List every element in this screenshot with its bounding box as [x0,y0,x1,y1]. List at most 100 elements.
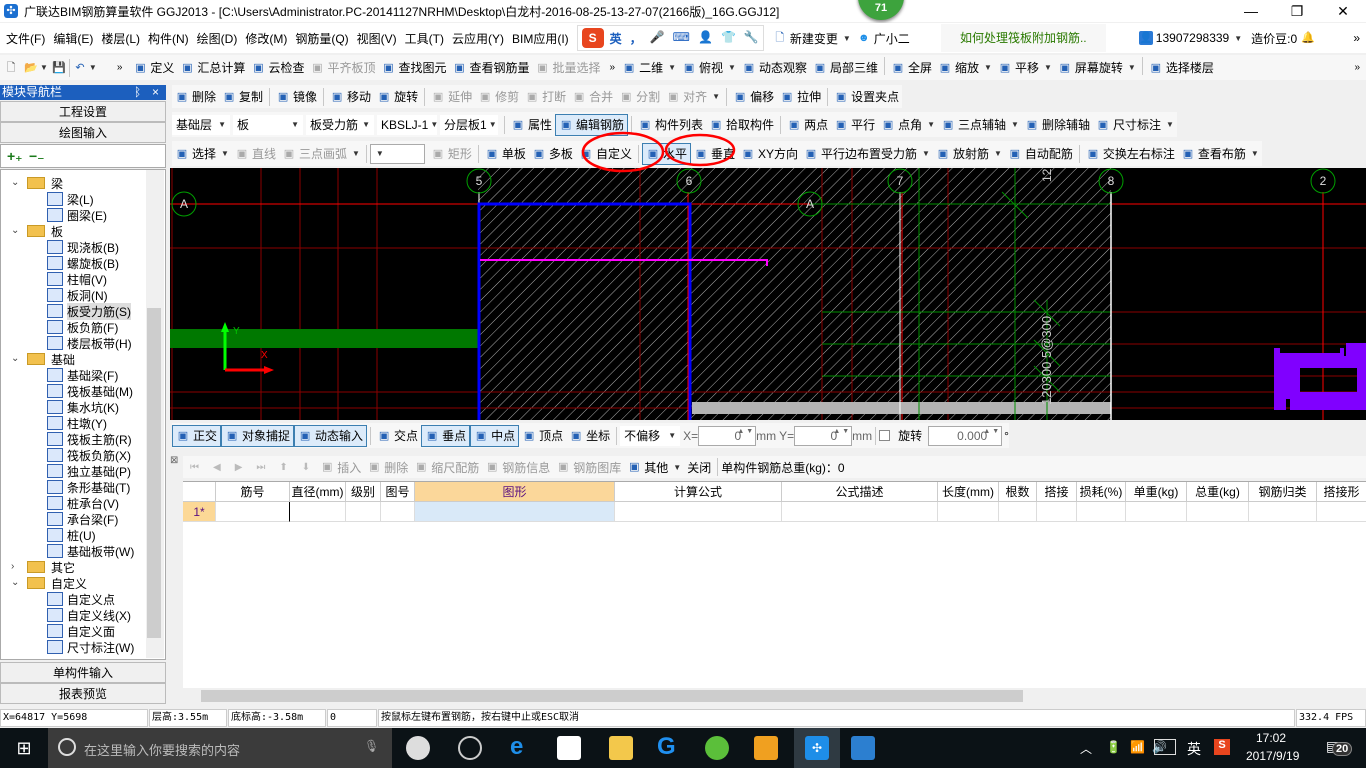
chevron-down-icon[interactable]: ▼ [673,463,681,472]
snap-perpendicular-button[interactable]: ▣ 垂点 [421,424,471,447]
tree-item-0[interactable]: 梁 [27,175,63,191]
column-header-6[interactable]: 公式描述 [782,482,938,502]
tb1-batch-select-button[interactable]: ▣ 批量选择 [533,57,604,79]
combo-2[interactable]: 板受力筋 ▼ [306,114,374,135]
table-cell[interactable] [1187,502,1249,522]
tree-scroll-thumb[interactable] [147,308,161,638]
tb1-cloud-check-button[interactable]: ▣ 云检查 [248,57,307,79]
rebar-item-button[interactable]: 关闭 [684,456,714,478]
draw-multi-slab-button[interactable]: ▣ 多板 [529,143,576,165]
comp-two-point-button[interactable]: ▣ 两点 [784,114,831,136]
bell-icon[interactable]: 🔔 [1301,31,1315,45]
chevron-down-icon[interactable]: ▼ [221,149,229,158]
view-local-3d-button[interactable]: ▣ 局部三维 [810,57,881,79]
tip-link[interactable]: 如何处理筏板附加钢筋.. [940,24,1106,52]
chevron-down-icon[interactable]: ▼ [927,120,935,129]
draw-vertical-button[interactable]: ▣ 垂直 [691,143,738,165]
tree-item-12[interactable]: 基础梁(F) [47,367,118,383]
view-rotate-screen-button[interactable]: ▣ 屏幕旋转 ▼ [1055,57,1139,79]
new-file-icon[interactable]: 🗋 [4,61,18,75]
draw-single-slab-button[interactable]: ▣ 单板 [482,143,529,165]
store-icon[interactable] [557,736,581,760]
draw-swap-label-button[interactable]: ▣ 交换左右标注 [1083,143,1178,165]
edit-trim-button[interactable]: ▣ 修剪 [475,86,522,108]
column-header-9[interactable]: 搭接 [1037,482,1077,502]
draw-line-button[interactable]: ▣ 直线 [232,143,279,165]
project-settings-button[interactable]: 工程设置 [0,101,166,122]
chevron-down-icon[interactable]: ▼ [712,92,720,101]
table-cell[interactable] [999,502,1037,522]
tb1-binoculars-button[interactable]: ▣ 查找图元 [378,57,449,79]
tree-item-19[interactable]: 条形基础(T) [47,479,130,495]
table-cell[interactable] [1317,502,1366,522]
draw-auto-rebar-button[interactable]: ▣ 自动配筋 [1005,143,1076,165]
comp-edit-rebar-button[interactable]: ▣ 编辑钢筋 [555,113,629,136]
snap-intersection-button[interactable]: ▣ 交点 [374,425,421,447]
rebar-other-button[interactable]: ▣ 其他 ▼ [624,456,684,478]
drawing-input-button[interactable]: 绘图输入 [0,122,166,143]
column-header-8[interactable]: 根数 [999,482,1037,502]
comp-pick-button[interactable]: ▣ 拾取构件 [706,114,777,136]
tree-item-15[interactable]: 柱墩(Y) [47,415,107,431]
new-change-button[interactable]: 🗋 新建变更 ▼ [770,27,854,49]
menu-6[interactable]: 钢筋量(Q) [291,30,352,47]
draw-xy-button[interactable]: ▣ XY方向 [738,143,801,165]
chevron-down-icon[interactable]: ▼ [728,63,736,72]
collapse-all-icon[interactable]: −₋ [29,148,45,165]
table-cell[interactable] [782,502,938,522]
rotate-checkbox[interactable] [879,430,891,441]
snap-dyn-input-button[interactable]: ▣ 动态输入 [294,424,368,447]
tree-item-4[interactable]: 现浇板(B) [47,239,119,255]
glodon-g-icon[interactable]: G [657,735,681,760]
cad-drawing[interactable]: Y X A 5 6 A 7 8 2 120300 5@300 12 [170,168,1366,420]
chevron-down-icon[interactable]: ▼ [668,63,676,72]
column-header-2[interactable]: 级别 [346,482,381,502]
tree-item-22[interactable]: 桩(U) [47,527,96,543]
edit-merge-button[interactable]: ▣ 合并 [569,86,616,108]
tree-item-8[interactable]: 板受力筋(S) [47,302,131,320]
rebar-rebar-library-button[interactable]: ▣ 钢筋图库 [553,456,624,478]
ime-item-1[interactable]: ， [630,30,642,47]
table-cell[interactable] [290,502,346,522]
tree-item-23[interactable]: 基础板带(W) [47,543,134,559]
down-icon[interactable]: ⬇ [302,462,310,473]
column-header-14[interactable]: 搭接形 [1317,482,1366,502]
view-top-view-button[interactable]: ▣ 俯视 ▼ [679,57,739,79]
table-cell[interactable] [1037,502,1077,522]
tree-item-11[interactable]: 基础 [27,351,75,367]
tree-item-26[interactable]: 自定义点 [47,591,115,607]
ime-item-2[interactable]: 🎤 [650,30,665,47]
rebar-delete-row-button[interactable]: ▣ 删除 [364,456,411,478]
report-preview-button[interactable]: 报表预览 [0,683,166,704]
combo-4[interactable]: 分层板1 ▼ [440,114,498,135]
account-button[interactable]: 👤 13907298339 ▼ [1136,27,1245,49]
combo-3[interactable]: KBSLJ-1 ▼ [377,114,438,135]
active-app-tab[interactable]: ✣ [794,728,840,768]
tb1-sigma-button[interactable]: ▣ 汇总计算 [177,57,248,79]
menu-8[interactable]: 工具(T) [401,30,448,47]
menu-0[interactable]: 文件(F) [2,30,49,47]
view-orbit-button[interactable]: ▣ 动态观察 [739,57,810,79]
menu-5[interactable]: 修改(M) [241,30,291,47]
column-header-10[interactable]: 损耗(%) [1077,482,1126,502]
drawing-canvas[interactable]: Y X A 5 6 A 7 8 2 120300 5@300 12 [170,168,1366,420]
draw-horizontal-button[interactable]: ▣ 水平 [641,142,691,165]
comp-properties-button[interactable]: ▣ 属性 [508,114,555,136]
restore-button[interactable]: ❐ [1274,0,1320,22]
tb1-align-top-button[interactable]: ▣ 平齐板顶 [307,57,378,79]
chevron-down-icon[interactable]: ▼ [1128,63,1136,72]
tree-item-9[interactable]: 板负筋(F) [47,319,118,335]
spinner-icon[interactable]: ▲ ▼ [833,427,849,436]
table-cell[interactable] [216,502,290,522]
y-input[interactable]: 0 ▲ ▼ [794,425,853,446]
chevron-down-icon[interactable]: ▼ [922,149,930,158]
microphone-icon[interactable]: 🎙 [364,739,379,753]
table-cell[interactable] [381,502,415,522]
chevron-down-icon[interactable]: ▼ [984,63,992,72]
spinner-icon[interactable]: ▲ ▼ [983,427,999,436]
tree-item-13[interactable]: 筏板基础(M) [47,383,133,399]
table-cell[interactable] [346,502,381,522]
tray-expand-icon[interactable]: ︿ [1080,740,1092,757]
column-header-11[interactable]: 单重(kg) [1126,482,1187,502]
pin-icon[interactable]: ᛒ [134,85,141,100]
